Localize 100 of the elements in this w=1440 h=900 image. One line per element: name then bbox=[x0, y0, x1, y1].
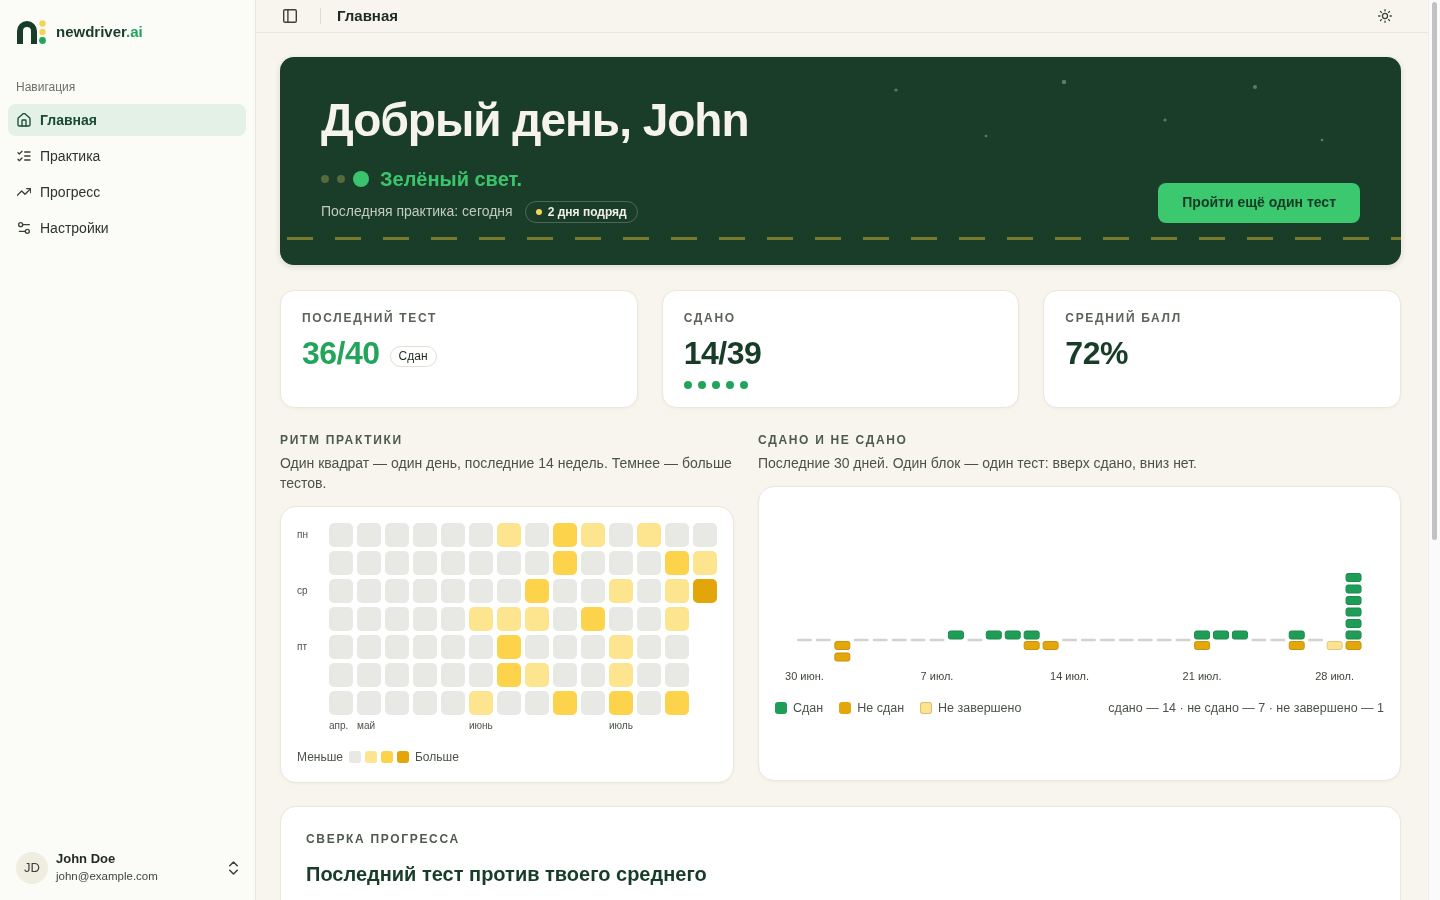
chevrons-up-down-icon[interactable] bbox=[229, 860, 238, 875]
passed-block bbox=[1288, 630, 1305, 640]
weekday-label: пн bbox=[297, 529, 308, 541]
day-dash bbox=[929, 638, 945, 642]
stat-label: СДАНО bbox=[683, 310, 736, 327]
section-title: СДАНО И НЕ СДАНО bbox=[758, 432, 908, 448]
passed-block bbox=[1023, 630, 1040, 640]
logo-text: newdriver.ai bbox=[56, 22, 143, 42]
streak-dot-icon bbox=[535, 208, 542, 215]
day-dash bbox=[1099, 638, 1115, 642]
month-label: июнь bbox=[469, 719, 493, 733]
passed-block bbox=[1345, 619, 1362, 628]
failed-block bbox=[1288, 641, 1305, 650]
section-label: Навигация bbox=[15, 80, 76, 94]
date-label: 21 июл. bbox=[1182, 670, 1222, 682]
month-label: апр. bbox=[329, 719, 349, 733]
day-dash bbox=[1175, 638, 1191, 642]
passed-block bbox=[1345, 584, 1362, 594]
failed-block bbox=[1042, 641, 1059, 650]
stat-label: СРЕДНИЙ БАЛЛ bbox=[1065, 309, 1182, 327]
trend-line-icon bbox=[17, 185, 31, 199]
date-label: 7 июл. bbox=[920, 670, 954, 682]
section-description: Один квадрат — один день, последние 14 недель. Темнее — больше тестов. bbox=[280, 454, 733, 493]
start-test-button[interactable]: Пройти ещё один тест bbox=[1158, 182, 1360, 223]
signal-label: Зелёный свет. bbox=[380, 167, 523, 190]
card-heading: Последний тест против твоего среднего bbox=[306, 862, 707, 887]
day-dash bbox=[1137, 638, 1153, 642]
user-name: John Doe bbox=[56, 851, 116, 867]
weekday-label: пт bbox=[297, 641, 307, 653]
star-dot-icon bbox=[1061, 79, 1067, 85]
day-dash bbox=[872, 638, 888, 642]
passed-block bbox=[1194, 630, 1211, 640]
star-dot-icon bbox=[984, 134, 988, 138]
day-dash bbox=[1080, 638, 1096, 642]
star-dot-icon bbox=[1320, 138, 1324, 142]
nav-item[interactable]: Прогресс bbox=[8, 176, 246, 208]
month-label: май bbox=[357, 719, 376, 733]
passed-block bbox=[1231, 630, 1248, 640]
passed-block bbox=[947, 630, 964, 640]
scrollbar-thumb[interactable] bbox=[1432, 2, 1437, 540]
passed-block bbox=[1345, 630, 1362, 640]
month-label: июль bbox=[609, 719, 633, 733]
failed-block bbox=[1345, 641, 1362, 650]
incomplete-block bbox=[1326, 641, 1343, 650]
date-label: 30 июн. bbox=[785, 670, 824, 682]
day-dash bbox=[815, 638, 831, 642]
legend-label: Не завершено bbox=[938, 700, 1022, 717]
legend-less-label: Меньше bbox=[297, 749, 343, 766]
day-dash bbox=[1062, 638, 1078, 642]
stat-label: ПОСЛЕДНИЙ ТЕСТ bbox=[302, 309, 438, 327]
passed-block bbox=[1213, 630, 1229, 640]
page-title: Главная bbox=[337, 5, 398, 26]
stat-value: 72% bbox=[1065, 334, 1128, 372]
failed-block bbox=[1023, 641, 1040, 650]
date-label: 14 июл. bbox=[1050, 670, 1089, 682]
day-dash bbox=[910, 638, 926, 642]
failed-block bbox=[834, 652, 851, 662]
sun-icon bbox=[1378, 9, 1392, 23]
day-dash bbox=[891, 638, 907, 642]
nav-item[interactable]: Настройки bbox=[8, 212, 246, 244]
day-dash bbox=[1118, 638, 1134, 642]
weekday-label: ср bbox=[297, 585, 308, 597]
panel-icon bbox=[283, 9, 297, 23]
passed-block bbox=[1345, 573, 1362, 582]
passed-block bbox=[985, 630, 1002, 640]
user-avatar: JD bbox=[16, 851, 48, 884]
legend-label: Сдан bbox=[793, 700, 824, 717]
logo-icon bbox=[16, 20, 46, 44]
day-dash bbox=[796, 638, 812, 642]
streak-text: 2 дня подряд bbox=[547, 203, 627, 221]
failed-block bbox=[834, 641, 851, 650]
day-dash bbox=[1251, 638, 1267, 642]
stat-value: 14/39 bbox=[683, 334, 762, 372]
summary-text: сдано — 14 · не сдано — 7 · не завершено — 1 bbox=[1108, 700, 1384, 717]
last-practice-text: Последняя практика: сегодня bbox=[321, 202, 513, 222]
stat-value: 36/40 bbox=[302, 334, 380, 372]
passed-block bbox=[1004, 630, 1021, 640]
section-title: РИТМ ПРАКТИКИ bbox=[280, 432, 403, 448]
day-dash bbox=[853, 638, 869, 642]
user-email: john@example.com bbox=[56, 869, 158, 884]
sliders-icon bbox=[17, 221, 31, 235]
star-dot-icon bbox=[894, 88, 898, 92]
day-dash bbox=[967, 638, 983, 642]
checklist-icon bbox=[17, 149, 31, 163]
date-label: 28 июл. bbox=[1315, 670, 1355, 682]
passed-block bbox=[1345, 607, 1362, 617]
home-icon bbox=[17, 113, 31, 127]
section-description: Последние 30 дней. Один блок — один тест: вверх сдано, вниз нет. bbox=[758, 454, 1197, 473]
day-dash bbox=[1270, 638, 1286, 642]
legend-more-label: Больше bbox=[415, 749, 459, 766]
day-dash bbox=[1308, 638, 1324, 642]
day-dash bbox=[1156, 638, 1172, 642]
failed-block bbox=[1194, 641, 1211, 650]
section-title: СВЕРКА ПРОГРЕССА bbox=[306, 831, 460, 847]
star-dot-icon bbox=[1163, 118, 1167, 122]
star-dot-icon bbox=[1253, 85, 1257, 89]
nav-item[interactable]: Главная bbox=[8, 104, 246, 136]
greeting-title: Добрый день, John bbox=[321, 95, 749, 146]
nav-item[interactable]: Практика bbox=[8, 140, 246, 172]
passed-block bbox=[1345, 596, 1362, 605]
